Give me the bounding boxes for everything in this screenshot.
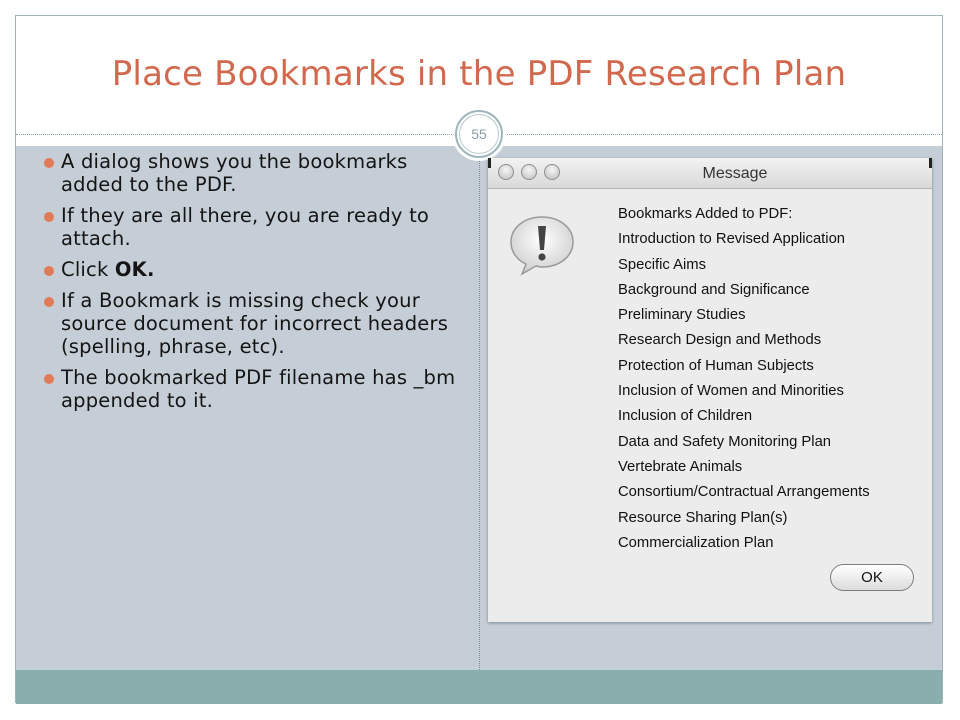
slide-title: Place Bookmarks in the PDF Research Plan <box>111 54 847 94</box>
dialog-line: Specific Aims <box>618 256 706 273</box>
bullet-item: Click OK. <box>44 258 464 281</box>
footer-band <box>16 670 942 704</box>
dialog-line: Background and Significance <box>618 281 810 298</box>
bullet-dot <box>44 158 54 168</box>
column-divider <box>479 146 480 670</box>
bullet-dot <box>44 212 54 222</box>
bullet-dot <box>44 374 54 384</box>
dialog-line: Consortium/Contractual Arrangements <box>618 484 870 501</box>
dialog-line: Research Design and Methods <box>618 332 822 349</box>
message-dialog: Message Bookmarks Added to PDF: Introduc… <box>488 158 932 622</box>
dialog-line: Preliminary Studies <box>618 307 746 324</box>
dialog-line: Inclusion of Women and Minorities <box>618 383 844 400</box>
bullet-text-bold: OK. <box>114 258 155 281</box>
dialog-line: Data and Safety Monitoring Plan <box>618 433 832 450</box>
dialog-line: Inclusion of Children <box>618 408 753 425</box>
dialog-line: Protection of Human Subjects <box>618 357 814 374</box>
bullet-dot <box>44 266 54 276</box>
bullet-list: A dialog shows you the bookmarks added t… <box>44 150 464 420</box>
dialog-title: Message <box>702 165 768 182</box>
bullet-text: Click <box>61 258 115 281</box>
bullet-item: A dialog shows you the bookmarks added t… <box>44 150 464 196</box>
bullet-text: If they are all there, you are ready to … <box>61 204 430 250</box>
dialog-line: Introduction to Revised Application <box>618 231 846 248</box>
bullet-text: A dialog shows you the bookmarks added t… <box>61 150 408 196</box>
bullet-item: If a Bookmark is missing check your sour… <box>44 289 464 358</box>
page-number: 55 <box>459 114 499 154</box>
bullet-text: If a Bookmark is missing check your sour… <box>61 289 449 358</box>
bullet-item: The bookmarked PDF filename has _bm appe… <box>44 366 464 412</box>
bullet-dot <box>44 297 54 307</box>
dialog-line: Bookmarks Added to PDF: <box>618 206 793 222</box>
dialog-line: Resource Sharing Plan(s) <box>618 509 788 526</box>
dialog-line: Vertebrate Animals <box>618 458 743 475</box>
dialog-titlebar[interactable]: Message <box>488 158 932 189</box>
ok-button[interactable]: OK <box>830 564 914 591</box>
dialog-line: Commercialization Plan <box>618 534 774 551</box>
bullet-item: If they are all there, you are ready to … <box>44 204 464 250</box>
bullet-text: The bookmarked PDF filename has _bm appe… <box>61 366 456 412</box>
bookmark-list: Bookmarks Added to PDF: Introduction to … <box>618 202 918 556</box>
exclamation-speech-bubble-icon <box>510 216 574 276</box>
